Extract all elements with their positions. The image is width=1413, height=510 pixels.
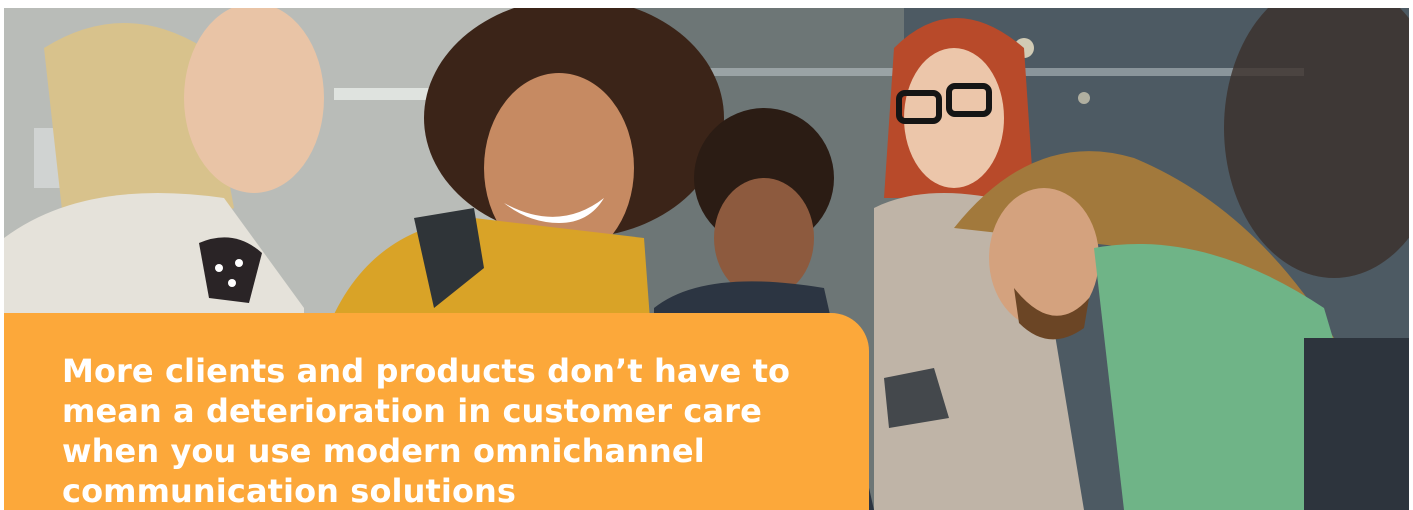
caption-headline: More clients and products don’t have to … [62,352,791,510]
caption-card: More clients and products don’t have to … [4,313,869,510]
hero-banner: More clients and products don’t have to … [0,0,1413,510]
